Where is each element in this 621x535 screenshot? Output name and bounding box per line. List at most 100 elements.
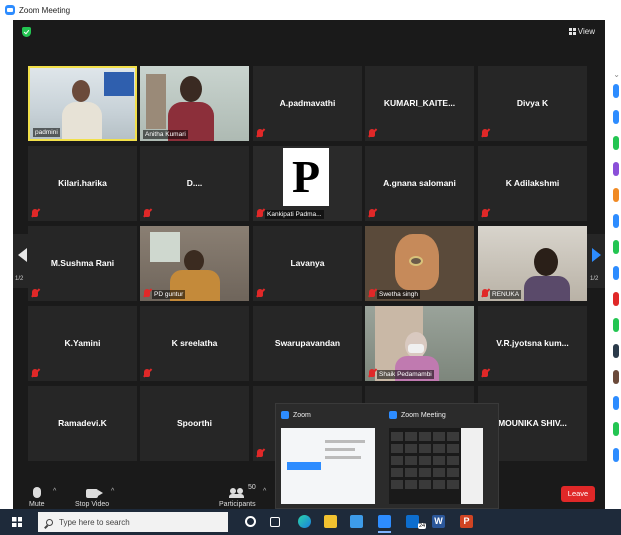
view-button[interactable]: View: [568, 27, 595, 36]
window-title: Zoom Meeting: [19, 5, 71, 15]
stop-video-button[interactable]: Stop Video: [75, 489, 109, 508]
participant-name: Kilari.harika: [58, 178, 107, 188]
file-explorer-icon[interactable]: [324, 515, 337, 528]
muted-mic-icon: [144, 209, 150, 217]
strip-app-icon[interactable]: [613, 136, 619, 150]
strip-app-icon[interactable]: [613, 292, 619, 306]
strip-app-icon[interactable]: [613, 448, 619, 462]
participant-tile[interactable]: K.Yamini: [28, 306, 137, 381]
preview-line: [325, 456, 361, 459]
strip-app-icon[interactable]: [613, 318, 619, 332]
participant-tile[interactable]: Shaik Pedamambi: [365, 306, 474, 381]
participant-tile[interactable]: K Adilakshmi: [478, 146, 587, 221]
mute-button[interactable]: Mute: [29, 487, 45, 508]
preview-mini-tile: [433, 480, 445, 489]
preview-mini-tile: [433, 468, 445, 477]
cortana-icon[interactable]: [245, 516, 256, 527]
participant-name: Divya K: [516, 98, 549, 108]
participant-tile[interactable]: M.Sushma Rani: [28, 226, 137, 301]
strip-app-icon[interactable]: [613, 188, 619, 202]
participant-tile[interactable]: RENUKA: [478, 226, 587, 301]
participant-tile[interactable]: Lavanya: [253, 226, 362, 301]
zoom-window-thumbnail[interactable]: Zoom: [278, 408, 380, 506]
next-page-button[interactable]: 1/2: [587, 234, 605, 288]
muted-mic-icon: [369, 369, 375, 377]
participant-name-label: RENUKA: [490, 290, 522, 299]
preview-mini-tile: [433, 444, 445, 453]
strip-app-icon[interactable]: [613, 396, 619, 410]
muted-mic-icon: [257, 289, 263, 297]
strip-app-icon[interactable]: [613, 214, 619, 228]
participant-tile[interactable]: Kilari.harika: [28, 146, 137, 221]
preview-mini-tile: [447, 468, 459, 477]
participant-tile[interactable]: Anitha Kumari: [140, 66, 249, 141]
strip-app-icon[interactable]: [613, 84, 619, 98]
participant-name: A.gnana salomani: [383, 178, 456, 188]
strip-app-icon[interactable]: [613, 370, 619, 384]
strip-app-icon[interactable]: [613, 110, 619, 124]
participant-tile[interactable]: KUMARI_KAITE...: [365, 66, 474, 141]
powerpoint-icon[interactable]: P: [460, 515, 473, 528]
participant-tile[interactable]: A.gnana salomani: [365, 146, 474, 221]
participant-name-label: padmini: [33, 128, 60, 137]
participant-tile[interactable]: padmini: [28, 66, 137, 141]
edge-browser-icon[interactable]: [298, 515, 311, 528]
participant-tile[interactable]: Swetha singh: [365, 226, 474, 301]
preview-line: [325, 440, 365, 443]
participant-tile[interactable]: Spoorthi: [140, 386, 249, 461]
participant-tile[interactable]: Ramadevi.K: [28, 386, 137, 461]
task-view-icon[interactable]: [270, 517, 280, 527]
view-label: View: [577, 27, 595, 36]
strip-app-icon[interactable]: [613, 422, 619, 436]
video-options-caret-icon[interactable]: ^: [111, 488, 114, 495]
participant-tile[interactable]: K sreelatha: [140, 306, 249, 381]
thumbnail-header: Zoom: [278, 408, 380, 422]
participant-tile[interactable]: PD guntur: [140, 226, 249, 301]
participant-tile[interactable]: P Kankipati Padma...: [253, 146, 362, 221]
participant-name-label: Anitha Kumari: [143, 130, 188, 139]
thumbnail-preview: [281, 428, 375, 504]
strip-app-icon[interactable]: [613, 240, 619, 254]
store-icon[interactable]: [350, 515, 363, 528]
preview-mini-tile: [433, 456, 445, 465]
zoom-meeting-window-thumbnail[interactable]: Zoom Meeting: [386, 408, 488, 506]
security-shield-icon[interactable]: [22, 27, 31, 37]
participant-name-label: Kankipati Padma...: [265, 210, 324, 219]
participant-tile[interactable]: Swarupavandan: [253, 306, 362, 381]
leave-button[interactable]: Leave: [561, 486, 595, 502]
chevron-left-icon: [18, 248, 27, 262]
taskbar-search-box[interactable]: Type here to search: [38, 512, 228, 532]
participant-tile[interactable]: V.R.jyotsna kum...: [478, 306, 587, 381]
participant-tile[interactable]: A.padmavathi: [253, 66, 362, 141]
participant-tile[interactable]: Divya K: [478, 66, 587, 141]
preview-highlight: [287, 462, 321, 470]
word-icon[interactable]: W: [432, 515, 445, 528]
zoom-taskbar-icon[interactable]: [378, 515, 391, 533]
audio-options-caret-icon[interactable]: ^: [53, 488, 56, 495]
preview-mini-tile: [391, 456, 403, 465]
muted-mic-icon: [257, 209, 263, 217]
strip-app-icon[interactable]: [613, 266, 619, 280]
profile-letter-card: P: [283, 148, 329, 206]
preview-mini-tile: [391, 468, 403, 477]
participants-options-caret-icon[interactable]: ^: [263, 488, 266, 495]
strip-app-icon[interactable]: [613, 344, 619, 358]
muted-mic-icon: [32, 209, 38, 217]
preview-mini-tile: [405, 480, 417, 489]
thumbnail-title: Zoom Meeting: [401, 411, 446, 419]
window-titlebar: Zoom Meeting: [0, 0, 621, 20]
muted-mic-icon: [369, 209, 375, 217]
preview-mini-tile: [391, 480, 403, 489]
preview-mini-tile: [419, 468, 431, 477]
participant-name: K.Yamini: [64, 338, 101, 348]
strip-app-icon[interactable]: [613, 162, 619, 176]
video-body: [524, 276, 570, 301]
participants-button[interactable]: Participants: [219, 488, 256, 508]
participant-tile[interactable]: D....: [140, 146, 249, 221]
video-mask: [408, 344, 424, 353]
windows-start-icon[interactable]: [12, 517, 22, 527]
participant-name: Spoorthi: [177, 418, 212, 428]
participant-name: D....: [186, 178, 203, 188]
stop-video-label: Stop Video: [75, 501, 110, 508]
zoom-app-icon: [5, 5, 15, 15]
